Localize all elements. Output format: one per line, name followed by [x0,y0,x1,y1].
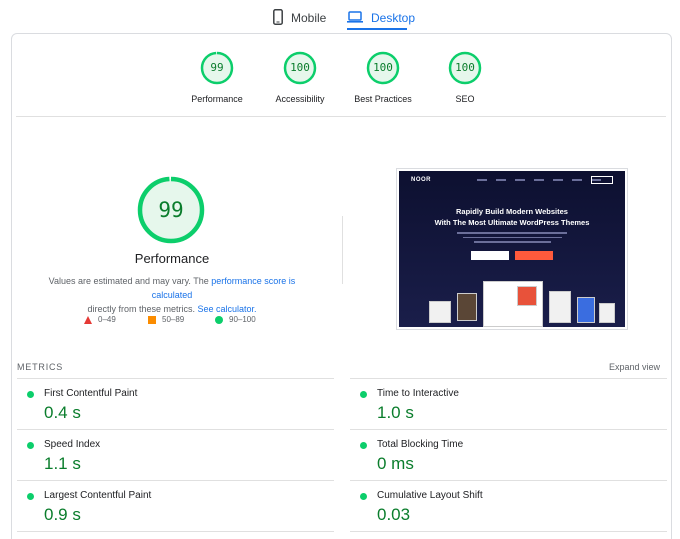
screenshot-theme-card [549,291,571,323]
gauge-accessibility[interactable]: 100 Accessibility [260,51,340,104]
legend-fail: 0–49 [84,315,116,324]
tab-mobile-label: Mobile [291,11,327,25]
screenshot-headline: Rapidly Build Modern Websites With The M… [399,206,625,228]
screenshot-theme-card [429,301,451,323]
gauge-performance[interactable]: 99 Performance [177,51,257,104]
screenshot-theme-card [577,297,595,323]
screenshot-headline-1: Rapidly Build Modern Websites [456,207,568,216]
pass-circle-icon [27,493,34,500]
metric-name: Largest Contentful Paint [44,490,152,501]
score-legend: 0–49 50–89 90–100 [84,315,284,327]
tab-desktop-label: Desktop [371,11,416,25]
pass-circle-icon [360,493,367,500]
legend-average-label: 50–89 [162,315,185,324]
gauge-ring: 100 [448,51,482,85]
description-text: Values are estimated and may vary. The [48,276,212,286]
device-tabs: Mobile Desktop [0,0,680,30]
see-calculator-link[interactable]: See calculator. [197,304,256,314]
divider [17,378,334,379]
gauge-score: 100 [290,61,310,74]
description-text-2: directly from these metrics. [87,304,198,314]
circle-icon [215,315,223,324]
tab-desktop[interactable]: Desktop [347,6,415,30]
screenshot-cta-primary [471,251,509,260]
active-tab-indicator [347,28,407,30]
metric-name: Total Blocking Time [377,439,464,450]
metric-total-blocking-time: Total Blocking Time 0 ms [345,432,655,482]
gauge-label: SEO [455,94,475,104]
divider [350,480,667,481]
divider [350,429,667,430]
metric-name: Time to Interactive [377,388,459,399]
pass-circle-icon [360,442,367,449]
tab-mobile[interactable]: Mobile [273,6,326,30]
report-card: 99 Performance 100 Accessibility 100 Bes… [11,33,672,539]
gauge-seo[interactable]: 100 SEO [425,51,505,104]
metric-value: 1.1 s [44,454,81,473]
divider [16,116,666,117]
screenshot-theme-card [517,286,537,306]
gauge-ring: 100 [366,51,400,85]
metric-name: Speed Index [44,439,101,450]
screenshot-nav [477,179,601,181]
gauge-ring: 100 [283,51,317,85]
phone-icon [273,8,283,28]
gauge-label: Performance [191,94,243,104]
gauge-score: 100 [455,61,475,74]
pass-circle-icon [27,391,34,398]
screenshot-nav-button [591,176,613,184]
screenshot-logo: NOOR [411,177,431,183]
gauge-label: Accessibility [275,94,325,104]
legend-fail-label: 0–49 [98,315,116,324]
metric-value: 0.9 s [44,505,81,524]
metric-cumulative-layout-shift: Cumulative Layout Shift 0.03 [345,483,655,533]
metric-value: 0.4 s [44,403,81,422]
pass-circle-icon [27,442,34,449]
divider [350,378,667,379]
gauge-score: 99 [210,61,224,74]
metrics-heading: METRICS [17,362,64,372]
performance-score: 99 [158,198,184,222]
pass-circle-icon [360,391,367,398]
performance-gauge: 99 [137,176,205,244]
legend-average: 50–89 [148,315,184,324]
divider [17,531,334,532]
divider [350,531,667,532]
gauge-best-practices[interactable]: 100 Best Practices [343,51,423,104]
square-icon [148,315,156,324]
metric-value: 0.03 [377,505,411,524]
gauge-label: Best Practices [354,94,412,104]
metric-value: 1.0 s [377,403,414,422]
divider [17,429,334,430]
gauge-ring: 99 [200,51,234,85]
triangle-icon [84,315,92,324]
final-screenshot[interactable]: NOOR Rapidly Build Modern Websites With … [396,168,628,330]
legend-pass: 90–100 [215,315,256,324]
performance-title: Performance [134,251,210,266]
metric-name: First Contentful Paint [44,388,138,399]
screenshot-headline-2: With The Most Ultimate WordPress Themes [434,218,590,227]
metric-name: Cumulative Layout Shift [377,490,483,501]
laptop-icon [347,10,363,26]
metric-value: 0 ms [377,454,414,473]
screenshot-theme-card [457,293,477,321]
divider [17,480,334,481]
legend-pass-label: 90–100 [229,315,256,324]
metric-time-to-interactive: Time to Interactive 1.0 s [345,381,655,431]
screenshot-cta-secondary [515,251,553,260]
metric-largest-contentful-paint: Largest Contentful Paint 0.9 s [12,483,322,533]
gauge-score: 100 [373,61,393,74]
expand-view-toggle[interactable]: Expand view [609,362,660,372]
screenshot-theme-card [599,303,615,323]
screenshot-image: NOOR Rapidly Build Modern Websites With … [399,171,625,327]
vertical-divider [342,216,343,284]
score-description: Values are estimated and may vary. The p… [32,274,312,316]
screenshot-subtext [457,232,567,246]
metric-first-contentful-paint: First Contentful Paint 0.4 s [12,381,322,431]
metric-speed-index: Speed Index 1.1 s [12,432,322,482]
